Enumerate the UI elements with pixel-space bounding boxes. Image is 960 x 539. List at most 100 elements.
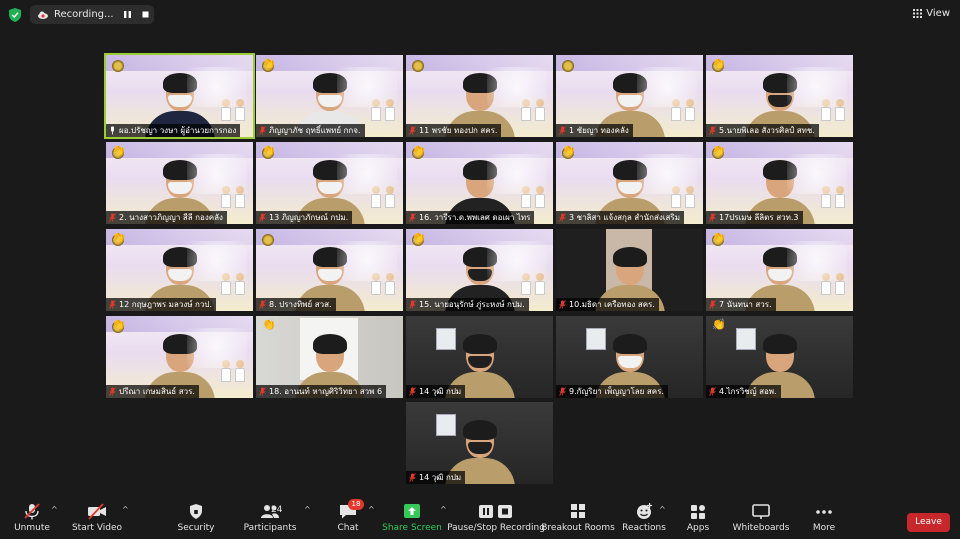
participant-name: 11 พรชัย ทองปก สคร.: [419, 126, 498, 135]
apps-button[interactable]: Apps: [686, 503, 710, 537]
stop-icon[interactable]: [140, 9, 151, 20]
video-tile[interactable]: 👏 3 ชาลิสา แจ้งสกุล สำนักส่งเสริม: [556, 142, 703, 224]
participants-caret-icon[interactable]: ^: [304, 505, 311, 514]
clap-reaction-icon: 👏: [712, 57, 726, 70]
video-tile[interactable]: 👏 13 ภิญญาภักษณ์ กปม.: [256, 142, 403, 224]
muted-mic-icon: [709, 300, 716, 309]
video-tile[interactable]: 14 วุฒิ กปม: [406, 316, 553, 398]
participant-name-label: ภิญญาภัช ฤทธิ์แพทย์ กกจ.: [256, 124, 365, 137]
participant-name-label: 3 ชาลิสา แจ้งสกุล สำนักส่งเสริม: [556, 211, 684, 224]
view-label: View: [926, 8, 950, 19]
share-options-caret-icon[interactable]: ^: [440, 505, 447, 514]
breakout-rooms-label: Breakout Rooms: [541, 523, 615, 533]
unmute-button[interactable]: Unmute: [14, 503, 50, 537]
participant-name: 10.มธิดา เครือทอง สคร.: [569, 300, 655, 309]
video-options-caret-icon[interactable]: ^: [122, 505, 129, 514]
start-video-button[interactable]: Start Video: [71, 503, 123, 537]
pause-icon[interactable]: [122, 9, 133, 20]
reactions-label: Reactions: [622, 523, 666, 533]
reactions-button[interactable]: Reactions: [622, 503, 666, 537]
participant-name: 18. อานนท์ หาญศิริวิทยา สวพ 6: [269, 387, 383, 396]
whiteboards-button[interactable]: Whiteboards: [733, 503, 789, 537]
participant-name-label: 12 กฤษฎาพร มลวงษ์ กวป.: [106, 298, 217, 311]
participant-name: ภิญญาภัช ฤทธิ์แพทย์ กกจ.: [269, 126, 361, 135]
breakout-rooms-button[interactable]: Breakout Rooms: [541, 503, 615, 537]
video-tile[interactable]: 👏 12 กฤษฎาพร มลวงษ์ กวป.: [106, 229, 253, 311]
start-video-label: Start Video: [71, 523, 123, 533]
participant-name: 14 วุฒิ กปม: [419, 387, 462, 396]
muted-mic-icon: [109, 387, 116, 396]
video-tile[interactable]: 👏 15. นายอนุรักษ์ ภู่ระหงษ์ กปม.: [406, 229, 553, 311]
video-tile[interactable]: 11 พรชัย ทองปก สคร.: [406, 55, 553, 137]
clap-reaction-icon: 👏: [112, 318, 126, 331]
participant-name: 5.นายพิเลอ สังวรศิลป์ สทช.: [719, 126, 815, 135]
video-tile[interactable]: 👏 ปรีณา เกษมสินธ์ สวร.: [106, 316, 253, 398]
top-bar: Recording... View: [0, 0, 960, 30]
cartoon-figures-decoration: [521, 93, 547, 123]
audio-options-caret-icon[interactable]: ^: [51, 505, 58, 514]
participant-name: 16. วารีรา.ด.พพเลศ ดอเผา ไทร: [419, 213, 531, 222]
reactions-caret-icon[interactable]: ^: [659, 505, 666, 514]
participant-name-label: 10.มธิดา เครือทอง สคร.: [556, 298, 659, 311]
participant-name-label: 17ปรเมษ ลีลิตร สวท.3: [706, 211, 803, 224]
pause-stop-recording-label: Pause/Stop Recording: [447, 523, 545, 533]
video-tile[interactable]: 8. ปรางทิพย์ สวส.: [256, 229, 403, 311]
participant-name-label: 16. วารีรา.ด.พพเลศ ดอเผา ไทร: [406, 211, 535, 224]
cartoon-figures-decoration: [821, 180, 847, 210]
pause-stop-recording-button[interactable]: Pause/Stop Recording: [447, 503, 545, 537]
leave-button[interactable]: Leave: [907, 513, 950, 532]
video-tile[interactable]: ผอ.ปรัชญา วงษา ผู้อำนวยการกอง: [104, 53, 255, 139]
chat-button[interactable]: 18 Chat: [334, 499, 364, 537]
shield-icon[interactable]: [9, 8, 21, 22]
participant-name: 7 นันทนา สวร.: [719, 300, 772, 309]
video-tile[interactable]: 👏 ภิญญาภัช ฤทธิ์แพทย์ กกจ.: [256, 55, 403, 137]
pause-stop-icon: [479, 505, 512, 518]
muted-mic-icon: [559, 213, 566, 222]
cartoon-figures-decoration: [821, 267, 847, 297]
video-tile[interactable]: 👏 2. นางสาวภิญญา สีลี กองคลัง: [106, 142, 253, 224]
muted-mic-icon: [709, 126, 716, 135]
participants-button[interactable]: 24 Participants: [244, 503, 296, 537]
more-button[interactable]: More: [810, 503, 838, 537]
participant-name-label: 1 ชัยญา ทองคลัง: [556, 124, 633, 137]
participant-name: 9.กัญริยา เพ็ญญาโลย สคร.: [569, 387, 664, 396]
participant-name-label: 14 วุฒิ กปม: [406, 471, 466, 484]
participant-name-label: 4.ไกรวิชญ์ สอพ.: [706, 385, 781, 398]
video-tile[interactable]: 👏 17ปรเมษ ลีลิตร สวท.3: [706, 142, 853, 224]
participant-name: 1 ชัยญา ทองคลัง: [569, 126, 629, 135]
security-label: Security: [177, 523, 215, 533]
video-tile[interactable]: 10.มธิดา เครือทอง สคร.: [556, 229, 703, 311]
cartoon-figures-decoration: [671, 93, 697, 123]
chat-caret-icon[interactable]: ^: [368, 505, 375, 514]
video-tile[interactable]: 👏 16. วารีรา.ด.พพเลศ ดอเผา ไทร: [406, 142, 553, 224]
participant-name: 14 วุฒิ กปม: [419, 473, 462, 482]
chat-unread-badge: 18: [348, 499, 364, 510]
share-screen-label: Share Screen: [382, 523, 442, 533]
participant-name-label: 7 นันทนา สวร.: [706, 298, 776, 311]
video-tile[interactable]: 👏 7 นันทนา สวร.: [706, 229, 853, 311]
video-tile[interactable]: 14 วุฒิ กปม: [406, 402, 553, 484]
breakout-rooms-icon: [571, 504, 585, 518]
participant-name-label: 9.กัญริยา เพ็ญญาโลย สคร.: [556, 385, 668, 398]
video-tile[interactable]: 1 ชัยญา ทองคลัง: [556, 55, 703, 137]
clap-reaction-icon: 👏: [712, 318, 726, 331]
muted-mic-icon: [259, 126, 266, 135]
clap-reaction-icon: 👏: [412, 231, 426, 244]
share-screen-button[interactable]: Share Screen: [382, 503, 442, 537]
clap-reaction-icon: 👏: [562, 144, 576, 157]
participant-name-label: 5.นายพิเลอ สังวรศิลป์ สทช.: [706, 124, 819, 137]
cartoon-figures-decoration: [221, 267, 247, 297]
security-button[interactable]: Security: [178, 503, 214, 537]
muted-mic-icon: [109, 300, 116, 309]
clap-reaction-icon: 👏: [262, 57, 276, 70]
video-tile[interactable]: 9.กัญริยา เพ็ญญาโลย สคร.: [556, 316, 703, 398]
video-tile[interactable]: 👏 5.นายพิเลอ สังวรศิลป์ สทช.: [706, 55, 853, 137]
cartoon-figures-decoration: [521, 267, 547, 297]
view-button[interactable]: View: [913, 8, 950, 19]
video-tile[interactable]: 👏 4.ไกรวิชญ์ สอพ.: [706, 316, 853, 398]
security-shield-icon: [190, 504, 202, 519]
video-tile[interactable]: 👏 18. อานนท์ หาญศิริวิทยา สวพ 6: [256, 316, 403, 398]
organization-logo-icon: [112, 60, 124, 72]
clap-reaction-icon: 👏: [262, 144, 276, 157]
participant-name-label: 15. นายอนุรักษ์ ภู่ระหงษ์ กปม.: [406, 298, 529, 311]
